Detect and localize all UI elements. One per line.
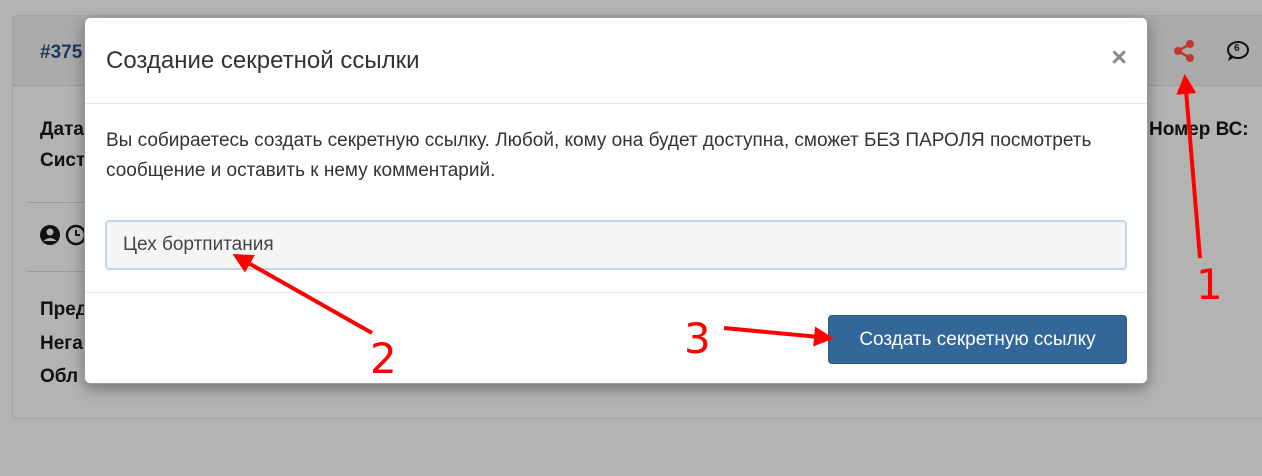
annotation-arrow-2 xyxy=(232,254,373,335)
annotation-label-1: 1 xyxy=(1196,260,1223,309)
annotation-label-3: 3 xyxy=(684,314,711,363)
annotation-arrow-1 xyxy=(1176,74,1202,259)
annotation-label-2: 2 xyxy=(370,334,397,383)
annotation-arrow-3 xyxy=(723,326,834,347)
annotation-arrows xyxy=(232,74,1202,347)
